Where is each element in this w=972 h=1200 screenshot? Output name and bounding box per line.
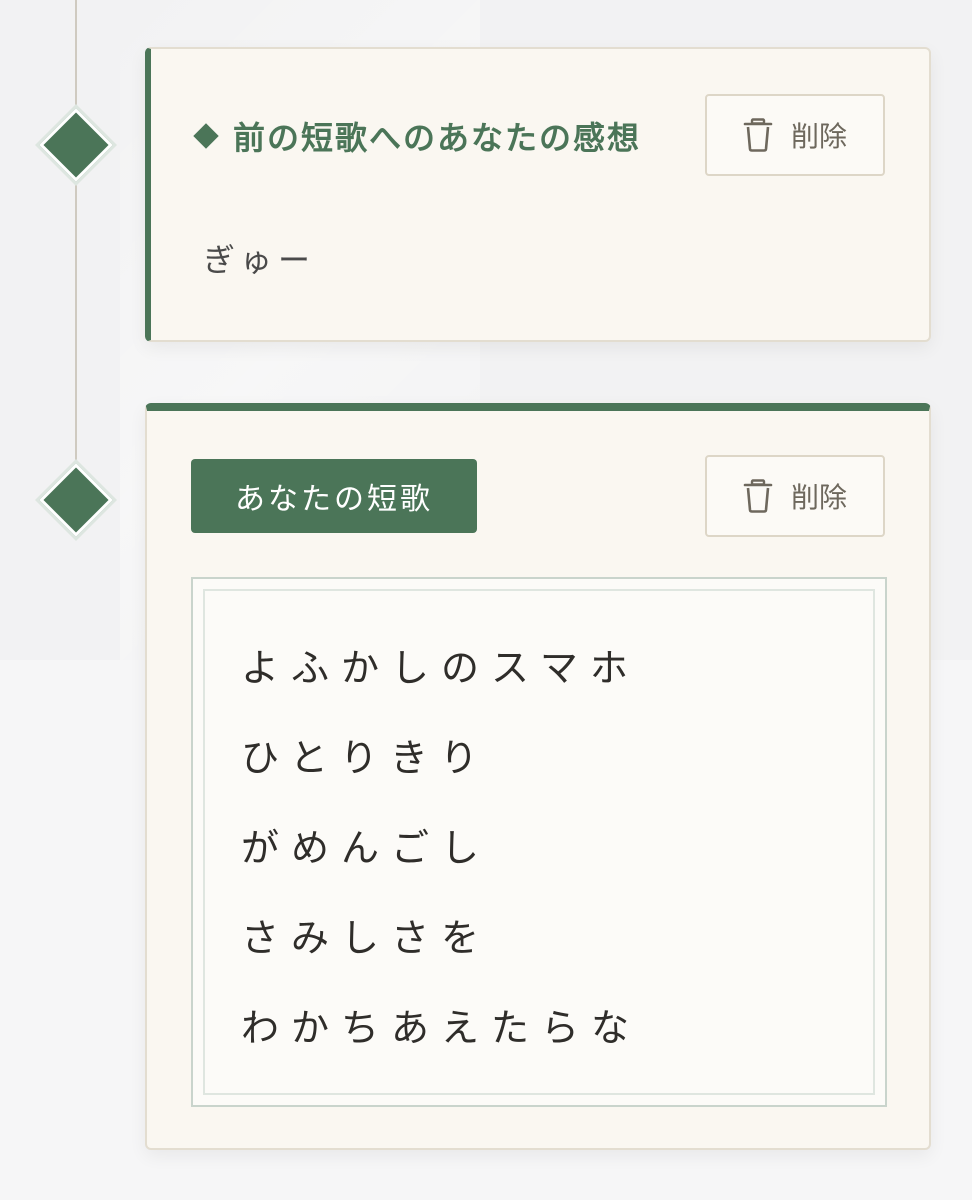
impression-body: ぎゅー: [203, 241, 317, 279]
impression-title: 前の短歌へのあなたの感想: [193, 113, 641, 159]
timeline-line: [75, 0, 77, 500]
tanka-line: がめんごし: [241, 826, 492, 870]
diamond-icon: [193, 123, 219, 149]
tanka-line: よふかしのスマホ: [241, 646, 640, 690]
tanka-lines: よふかしのスマホ ひとりきり がめんごし さみしさを わかちあえたらな: [241, 623, 641, 1073]
tanka-card: あなたの短歌 削除 よふかしのスマホ ひとりきり がめんごし さみしさを わかち…: [145, 403, 931, 1150]
impression-title-text: 前の短歌へのあなたの感想: [233, 119, 642, 157]
tanka-line: ひとりきり: [241, 736, 490, 780]
delete-label: 削除: [790, 120, 847, 153]
delete-impression-button[interactable]: 削除: [705, 94, 885, 176]
trash-icon: [743, 118, 773, 152]
impression-card: 前の短歌へのあなたの感想 削除 ぎゅー: [145, 47, 931, 342]
trash-icon: [743, 479, 773, 513]
tanka-line: さみしさを: [241, 916, 492, 960]
tanka-label: あなたの短歌: [191, 459, 477, 533]
delete-label: 削除: [790, 481, 847, 514]
delete-tanka-button[interactable]: 削除: [705, 455, 885, 537]
tanka-text-frame: よふかしのスマホ ひとりきり がめんごし さみしさを わかちあえたらな: [191, 577, 887, 1107]
tanka-line: わかちあえたらな: [241, 1006, 642, 1050]
